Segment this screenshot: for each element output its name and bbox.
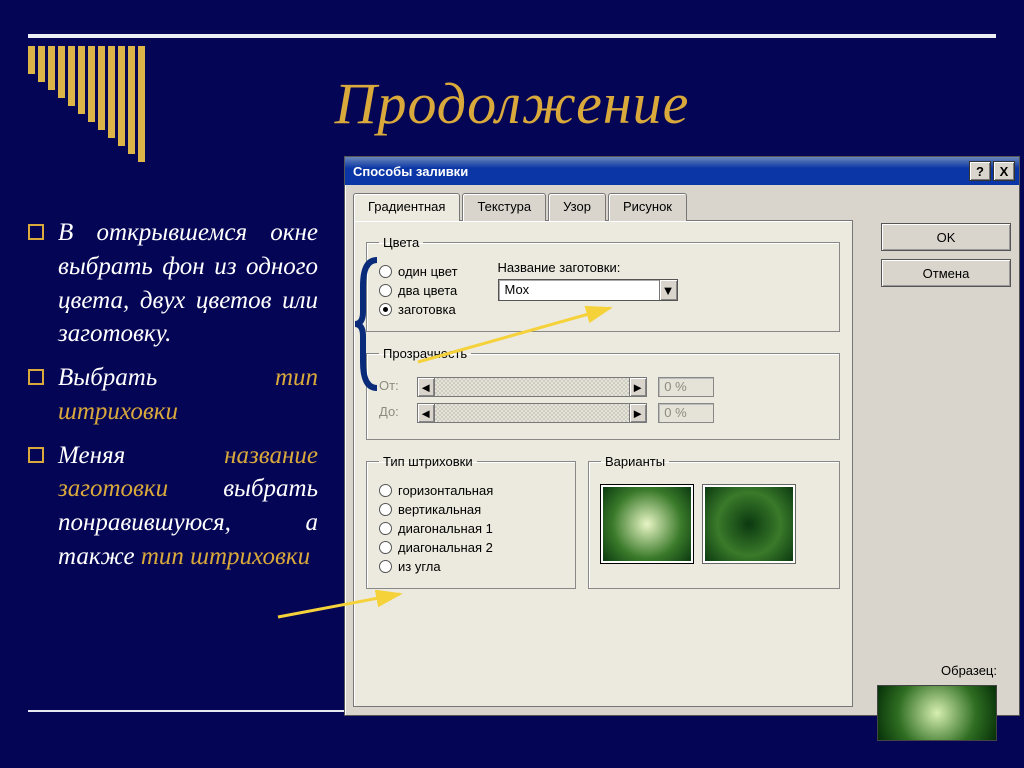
transparency-legend: Прозрачность [379, 346, 471, 361]
bullet-text: Меняя [58, 442, 224, 469]
tab-gradient[interactable]: Градиентная [353, 193, 460, 221]
tab-page-gradient: Цвета один цвет два цвета заготовка Назв… [353, 220, 853, 707]
tab-row: Градиентная Текстура Узор Рисунок [353, 193, 1011, 221]
radio-label: один цвет [398, 264, 458, 279]
close-button[interactable]: X [993, 161, 1015, 181]
help-icon: ? [976, 164, 984, 179]
transparency-group: Прозрачность От: ◄ ► 0 % До: ◄ ► [366, 346, 840, 440]
variants-group: Варианты [588, 454, 840, 589]
radio-label: заготовка [398, 302, 456, 317]
bullet-list: В открывшемся окне выбрать фон из одного… [28, 216, 318, 584]
to-value[interactable]: 0 % [658, 403, 714, 423]
bullet-marker-icon [28, 369, 44, 385]
radio-vertical[interactable] [379, 503, 392, 516]
help-button[interactable]: ? [969, 161, 991, 181]
cancel-button[interactable]: Отмена [881, 259, 1011, 287]
variants-legend: Варианты [601, 454, 669, 469]
slide-top-rule [28, 34, 996, 38]
to-slider[interactable]: ◄ ► [417, 403, 647, 423]
chevron-down-icon[interactable]: ▼ [659, 280, 677, 300]
arrow-right-icon[interactable]: ► [629, 403, 647, 423]
list-item: В открывшемся окне выбрать фон из одного… [28, 216, 318, 351]
radio-label: вертикальная [398, 502, 481, 517]
variant-swatch[interactable] [601, 485, 693, 563]
from-label: От: [379, 378, 413, 393]
from-slider[interactable]: ◄ ► [417, 377, 647, 397]
hatch-group: Тип штриховки горизонтальная вертикальна… [366, 454, 576, 589]
radio-label: горизонтальная [398, 483, 493, 498]
bullet-highlight: тип штриховки [141, 543, 310, 570]
sample-label: Образец: [941, 663, 997, 678]
hatch-legend: Тип штриховки [379, 454, 477, 469]
slide-title: Продолжение [0, 70, 1024, 137]
ok-button[interactable]: OK [881, 223, 1011, 251]
arrow-right-icon[interactable]: ► [629, 377, 647, 397]
close-icon: X [1000, 164, 1009, 179]
preset-combo[interactable]: Мох ▼ [498, 279, 678, 301]
preset-label: Название заготовки: [498, 260, 678, 275]
sample-swatch [877, 685, 997, 741]
bullet-marker-icon [28, 447, 44, 463]
radio-label: из угла [398, 559, 441, 574]
radio-from-corner[interactable] [379, 560, 392, 573]
slider-track[interactable] [435, 403, 629, 423]
arrow-left-icon[interactable]: ◄ [417, 403, 435, 423]
dialog-title: Способы заливки [353, 164, 468, 179]
radio-diagonal-2[interactable] [379, 541, 392, 554]
bullet-marker-icon [28, 224, 44, 240]
dialog-titlebar[interactable]: Способы заливки ? X [345, 157, 1019, 185]
to-label: До: [379, 404, 413, 419]
arrow-left-icon[interactable]: ◄ [417, 377, 435, 397]
list-item: Меняя название заготовки выбрать понрави… [28, 439, 318, 574]
radio-one-color[interactable] [379, 265, 392, 278]
radio-two-colors[interactable] [379, 284, 392, 297]
radio-preset[interactable] [379, 303, 392, 316]
radio-label: диагональная 2 [398, 540, 493, 555]
radio-label: диагональная 1 [398, 521, 493, 536]
radio-diagonal-1[interactable] [379, 522, 392, 535]
colors-group: Цвета один цвет два цвета заготовка Назв… [366, 235, 840, 332]
preset-value: Мох [499, 280, 659, 300]
bullet-text: Выбрать [58, 364, 275, 391]
slider-track[interactable] [435, 377, 629, 397]
variant-swatch[interactable] [703, 485, 795, 563]
tab-picture[interactable]: Рисунок [608, 193, 687, 221]
bullet-text: В открывшемся окне выбрать фон из одного… [58, 219, 318, 347]
radio-horizontal[interactable] [379, 484, 392, 497]
from-value[interactable]: 0 % [658, 377, 714, 397]
fill-effects-dialog: Способы заливки ? X Градиентная Текстура… [344, 156, 1020, 716]
list-item: Выбрать тип штриховки [28, 361, 318, 429]
colors-legend: Цвета [379, 235, 423, 250]
tab-pattern[interactable]: Узор [548, 193, 606, 221]
radio-label: два цвета [398, 283, 457, 298]
tab-texture[interactable]: Текстура [462, 193, 546, 221]
